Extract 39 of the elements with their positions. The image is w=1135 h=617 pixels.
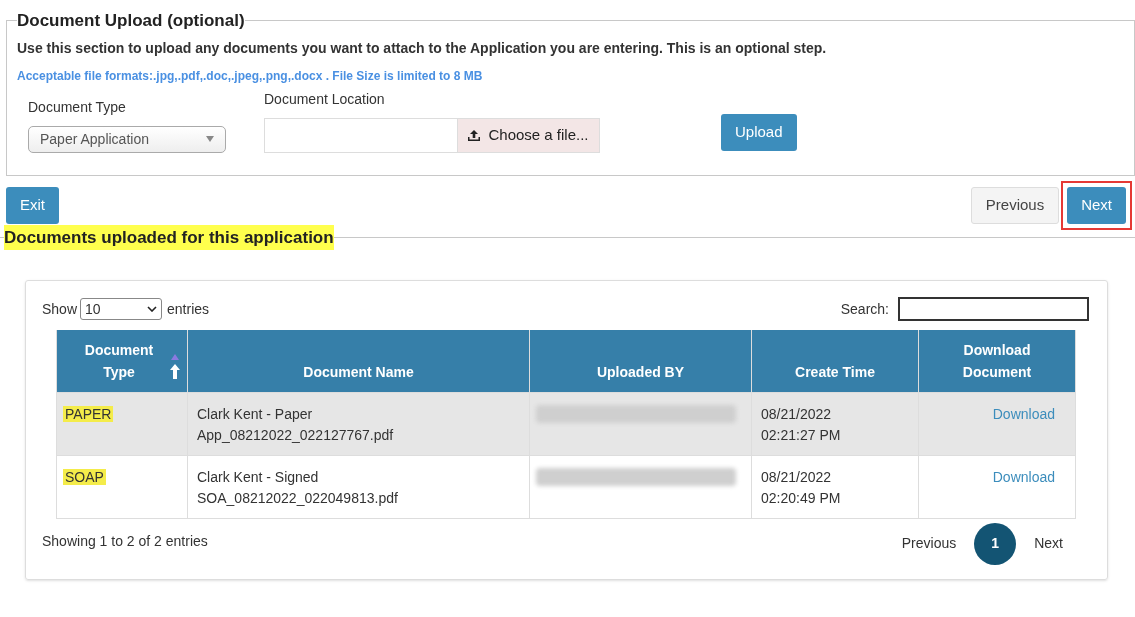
field-label: Document Type — [28, 97, 127, 117]
search-label: Search: — [840, 299, 889, 319]
section-title: Documents uploaded for this application — [4, 224, 334, 250]
choose-file-button[interactable]: Choose a file... — [457, 118, 599, 152]
page-size-dropdown[interactable]: 10 — [80, 298, 163, 320]
document-type-cell: PAPER — [63, 405, 114, 422]
entries-label: entries — [167, 299, 210, 319]
file-formats-note: Acceptable file formats:.jpg,.pdf,.doc,.jpeg,.png,.docx . File Size is limited to 8 MB — [17, 67, 484, 85]
previous-page-link[interactable]: Previous — [891, 533, 967, 554]
create-time-cell-text: 08/21/2022 02:20:49 PM — [761, 467, 842, 508]
nav-button[interactable]: Previous — [970, 186, 1060, 224]
file-input-field[interactable]: Choose a file... — [264, 117, 600, 153]
section-title: Document Upload (optional) — [17, 10, 245, 32]
sort-ascending-icon — [169, 352, 181, 381]
nav-button[interactable]: Exit — [6, 186, 59, 224]
nav-button[interactable]: Next — [1067, 186, 1126, 224]
search-field[interactable] — [898, 297, 1089, 321]
create-time-cell-text: 08/21/2022 02:21:27 PM — [761, 404, 842, 445]
table-info-text: Showing 1 to 2 of 2 entries — [42, 531, 208, 551]
download-link[interactable]: Download — [992, 468, 1055, 485]
document-type-cell: SOAP — [63, 468, 106, 485]
column-header[interactable]: Create Time — [751, 330, 919, 392]
document-name-cell-text: Clark Kent - Paper App_08212022_022127767.pdf — [197, 404, 395, 445]
document-name-cell-text: Clark Kent - Signed SOA_08212022_022049813.pdf — [197, 467, 399, 508]
column-header[interactable]: Download Document — [918, 330, 1076, 392]
column-header[interactable]: Document Type — [56, 330, 188, 392]
instructions-text: Use this section to upload any documents you want to attach to the Application you are entering. This is an optional step. — [17, 38, 828, 58]
show-label: Show — [42, 299, 78, 319]
chevron-down-icon — [147, 306, 158, 312]
column-header[interactable]: Uploaded BY — [529, 330, 752, 392]
download-link[interactable]: Download — [992, 405, 1055, 422]
caret-icon — [206, 136, 214, 142]
document-type-dropdown[interactable]: Paper Application — [28, 125, 226, 153]
field-label: Document Location — [264, 89, 386, 109]
upload-button[interactable]: Upload — [721, 113, 797, 151]
page-number-button[interactable]: 1 — [974, 522, 1017, 565]
upload-icon — [468, 129, 481, 141]
column-header[interactable]: Document Name — [187, 330, 530, 392]
next-page-link[interactable]: Next — [1024, 533, 1073, 554]
